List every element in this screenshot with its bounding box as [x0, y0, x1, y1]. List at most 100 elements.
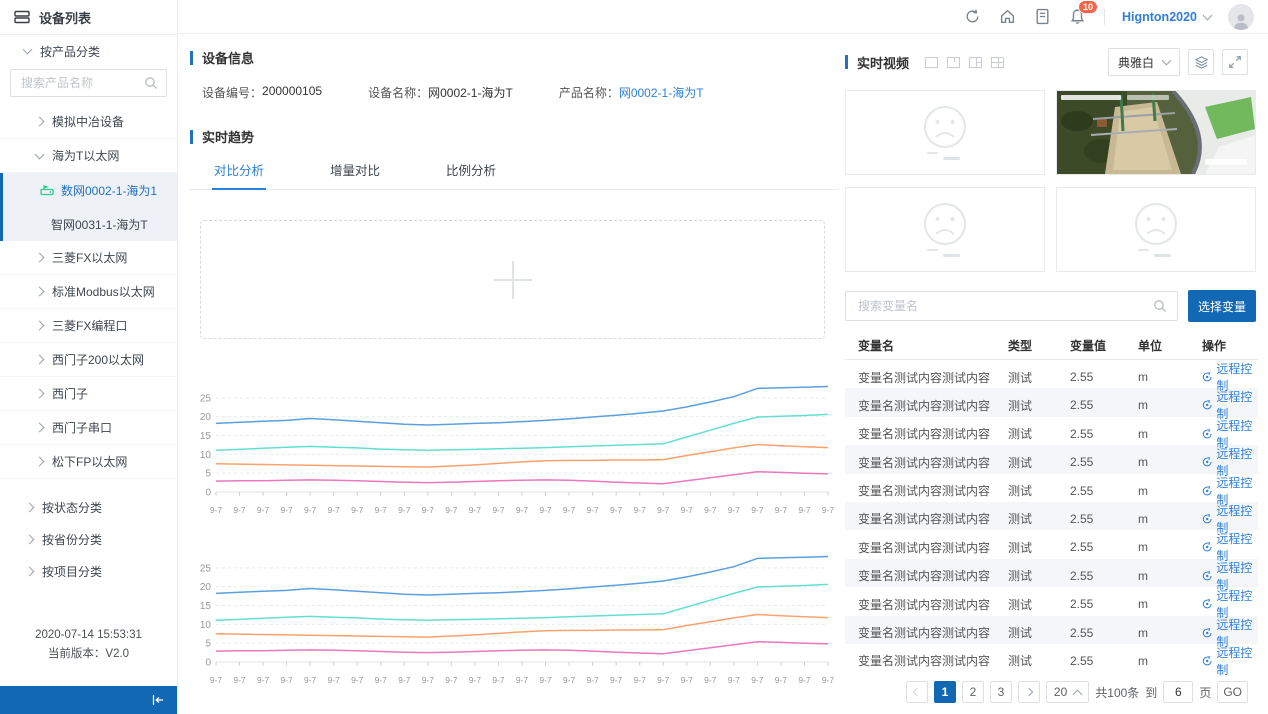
video-placeholder-tile[interactable] — [845, 187, 1045, 272]
tree-product-6[interactable]: 西门子 — [0, 377, 177, 411]
product-name-link[interactable]: 网0002-1-海为T — [619, 84, 704, 101]
tree-product-1[interactable]: 海为T以太网 — [0, 139, 177, 173]
home-icon — [999, 8, 1016, 25]
layers-button[interactable] — [1188, 49, 1214, 75]
tab-2[interactable]: 比例分析 — [444, 150, 498, 190]
layout-two-split-icon[interactable] — [947, 57, 960, 68]
page-button-1[interactable]: 1 — [934, 681, 956, 703]
video-layout-switcher — [925, 57, 1004, 68]
svg-text:9-7: 9-7 — [398, 505, 411, 515]
tree-product-2[interactable]: 三菱FX以太网 — [0, 241, 177, 275]
chevron-right-icon — [25, 502, 35, 512]
collapse-sidebar-button[interactable] — [147, 691, 169, 709]
layout-three-split-icon[interactable] — [969, 57, 982, 68]
tree-product-3[interactable]: 标准Modbus以太网 — [0, 275, 177, 309]
svg-text:9-7: 9-7 — [798, 675, 811, 685]
avatar[interactable] — [1228, 4, 1254, 30]
tree-product-8[interactable]: 松下FP以太网 — [0, 445, 177, 479]
cell-unit: m — [1138, 597, 1202, 611]
chevron-left-icon — [913, 688, 921, 696]
tree-product-0[interactable]: 模拟中冶设备 — [0, 105, 177, 139]
tree-product-label: 三菱FX以太网 — [52, 249, 127, 266]
theme-select[interactable]: 典雅白 — [1108, 48, 1180, 76]
device-name-label: 设备名称： — [368, 84, 428, 101]
tab-0[interactable]: 对比分析 — [212, 150, 266, 190]
page-size-value: 20 — [1054, 685, 1067, 699]
table-row: 变量名测试内容测试内容测试2.55m远程控制 — [845, 559, 1258, 587]
tree-product-label: 西门子200以太网 — [52, 351, 144, 368]
page-button-2[interactable]: 2 — [962, 681, 984, 703]
sidebar-bottom-bar — [0, 686, 177, 714]
home-button[interactable] — [999, 8, 1017, 26]
svg-text:9-7: 9-7 — [280, 505, 293, 515]
remote-control-link[interactable]: 远程控制 — [1202, 644, 1258, 678]
theme-value: 典雅白 — [1118, 54, 1154, 71]
tree-product-4[interactable]: 三菱FX编程口 — [0, 309, 177, 343]
svg-text:9-7: 9-7 — [704, 505, 717, 515]
sidebar-group-label: 按省份分类 — [42, 531, 102, 548]
goto-page-input[interactable] — [1163, 681, 1193, 703]
goto-label: 到 — [1145, 684, 1157, 701]
product-search[interactable] — [10, 69, 167, 97]
cell-unit: m — [1138, 427, 1202, 441]
video-placeholder-tile[interactable] — [1056, 187, 1256, 272]
product-search-input[interactable] — [19, 75, 144, 91]
variable-search[interactable] — [845, 291, 1178, 321]
search-icon — [144, 76, 158, 90]
sidebar-group-2[interactable]: 按项目分类 — [0, 555, 177, 587]
svg-text:9-7: 9-7 — [375, 505, 388, 515]
sidebar-group-label: 按项目分类 — [42, 563, 102, 580]
svg-text:5: 5 — [205, 469, 211, 480]
svg-text:9-7: 9-7 — [304, 675, 317, 685]
notifications-button[interactable]: 10 — [1069, 8, 1087, 26]
svg-text:9-7: 9-7 — [375, 675, 388, 685]
layout-four-grid-icon[interactable] — [991, 57, 1004, 68]
user-menu[interactable]: Hignton2020 — [1122, 10, 1211, 24]
sidebar-group-1[interactable]: 按省份分类 — [0, 523, 177, 555]
refresh-icon — [964, 8, 981, 25]
chart-2-line-1 — [216, 557, 828, 596]
table-row: 变量名测试内容测试内容测试2.55m远程控制 — [845, 502, 1258, 530]
tree-device-1[interactable]: 智网0031-1-海为T — [3, 207, 177, 241]
variable-table: 变量名 类型 变量值 单位 操作 变量名测试内容测试内容测试2.55m远程控制变… — [845, 332, 1258, 672]
refresh-button[interactable] — [964, 8, 982, 26]
variable-search-input[interactable] — [856, 298, 1153, 314]
tree-product-7[interactable]: 西门子串口 — [0, 411, 177, 445]
sidebar-bottom-groups: 按状态分类按省份分类按项目分类 — [0, 479, 177, 587]
select-variable-button[interactable]: 选择变量 — [1188, 290, 1256, 322]
main-content: 设备信息 设备编号： 200000105 设备名称： 网0002-1-海为T 产… — [178, 34, 846, 714]
svg-text:10: 10 — [200, 620, 212, 631]
svg-text:9-7: 9-7 — [445, 505, 458, 515]
sidebar-group-0[interactable]: 按状态分类 — [0, 491, 177, 523]
chart-1-line-1 — [216, 387, 828, 426]
cell-variable-name: 变量名测试内容测试内容 — [858, 482, 1008, 499]
chevron-right-icon — [35, 457, 45, 467]
next-page-button[interactable] — [1018, 681, 1040, 703]
footer-timestamp: 2020-07-14 15:53:31 — [0, 626, 177, 645]
svg-text:20: 20 — [200, 412, 212, 423]
tree-device-label: 智网0031-1-海为T — [51, 216, 148, 233]
svg-text:15: 15 — [200, 601, 212, 612]
prev-page-button[interactable] — [906, 681, 928, 703]
add-chart-placeholder[interactable] — [200, 220, 825, 339]
tree-product-5[interactable]: 西门子200以太网 — [0, 343, 177, 377]
video-camera-tile[interactable] — [1056, 90, 1256, 175]
video-placeholder-tile[interactable] — [845, 90, 1045, 175]
cell-unit: m — [1138, 484, 1202, 498]
page-button-3[interactable]: 3 — [990, 681, 1012, 703]
tree-device-0[interactable]: 数网0002-1-海为1 — [3, 173, 177, 207]
fullscreen-button[interactable] — [1222, 49, 1248, 75]
right-panel: 实时视频 典雅白 — [845, 34, 1258, 714]
sidebar-group-by-product[interactable]: 按产品分类 — [0, 35, 177, 67]
cell-type: 测试 — [1008, 510, 1070, 527]
svg-text:9-7: 9-7 — [304, 505, 317, 515]
table-row: 变量名测试内容测试内容测试2.55m远程控制 — [845, 360, 1258, 388]
document-button[interactable] — [1034, 8, 1052, 26]
goto-page-button[interactable]: GO — [1217, 681, 1248, 703]
page-size-select[interactable]: 20 — [1046, 681, 1089, 703]
svg-text:9-7: 9-7 — [610, 505, 623, 515]
layout-single-icon[interactable] — [925, 57, 938, 68]
table-row: 变量名测试内容测试内容测试2.55m远程控制 — [845, 445, 1258, 473]
tab-1[interactable]: 增量对比 — [328, 150, 382, 190]
cell-unit: m — [1138, 512, 1202, 526]
